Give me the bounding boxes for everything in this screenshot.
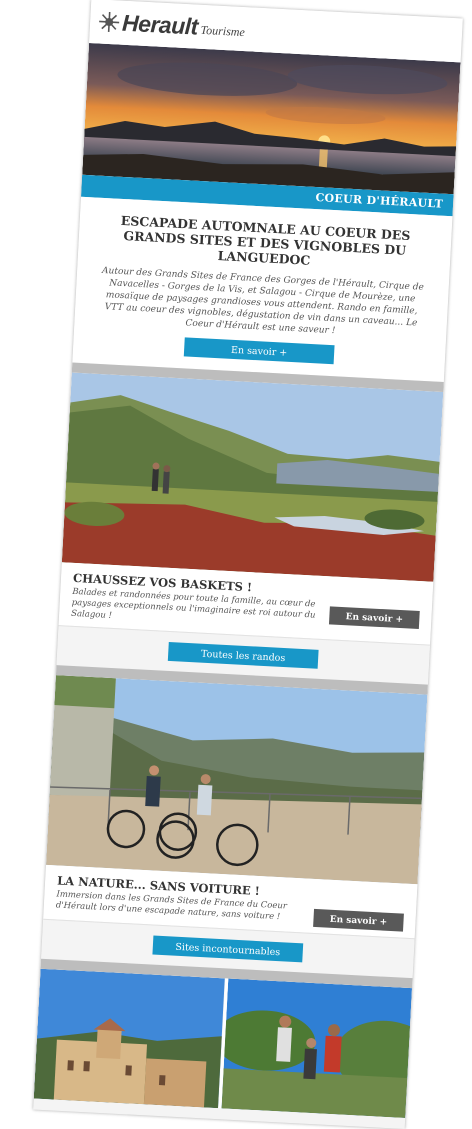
bike-more-button[interactable]: En savoir +: [313, 908, 404, 932]
sunset-lake-photo[interactable]: [82, 42, 461, 195]
cyclists-photo[interactable]: [45, 675, 428, 885]
all-sites-button[interactable]: Sites incontournables: [152, 935, 304, 963]
abbey-village-photo[interactable]: [33, 968, 225, 1109]
hike-more-button[interactable]: En savoir +: [328, 606, 420, 630]
feature-card: ESCAPADE AUTOMNALE AU COEUR DES GRANDS S…: [72, 196, 453, 382]
bottom-photo-row: [33, 968, 413, 1118]
logo-text[interactable]: Herault: [121, 9, 199, 40]
all-hikes-button[interactable]: Toutes les randos: [167, 641, 319, 669]
sun-star-icon: [98, 10, 121, 33]
trail-runners-photo[interactable]: [217, 978, 413, 1118]
logo-subtitle: Tourisme: [200, 22, 246, 40]
hikers-photo[interactable]: [61, 372, 444, 582]
newsletter-page: Herault Tourisme COEUR D'HÉRAULT ESCAPAD…: [33, 0, 463, 1129]
